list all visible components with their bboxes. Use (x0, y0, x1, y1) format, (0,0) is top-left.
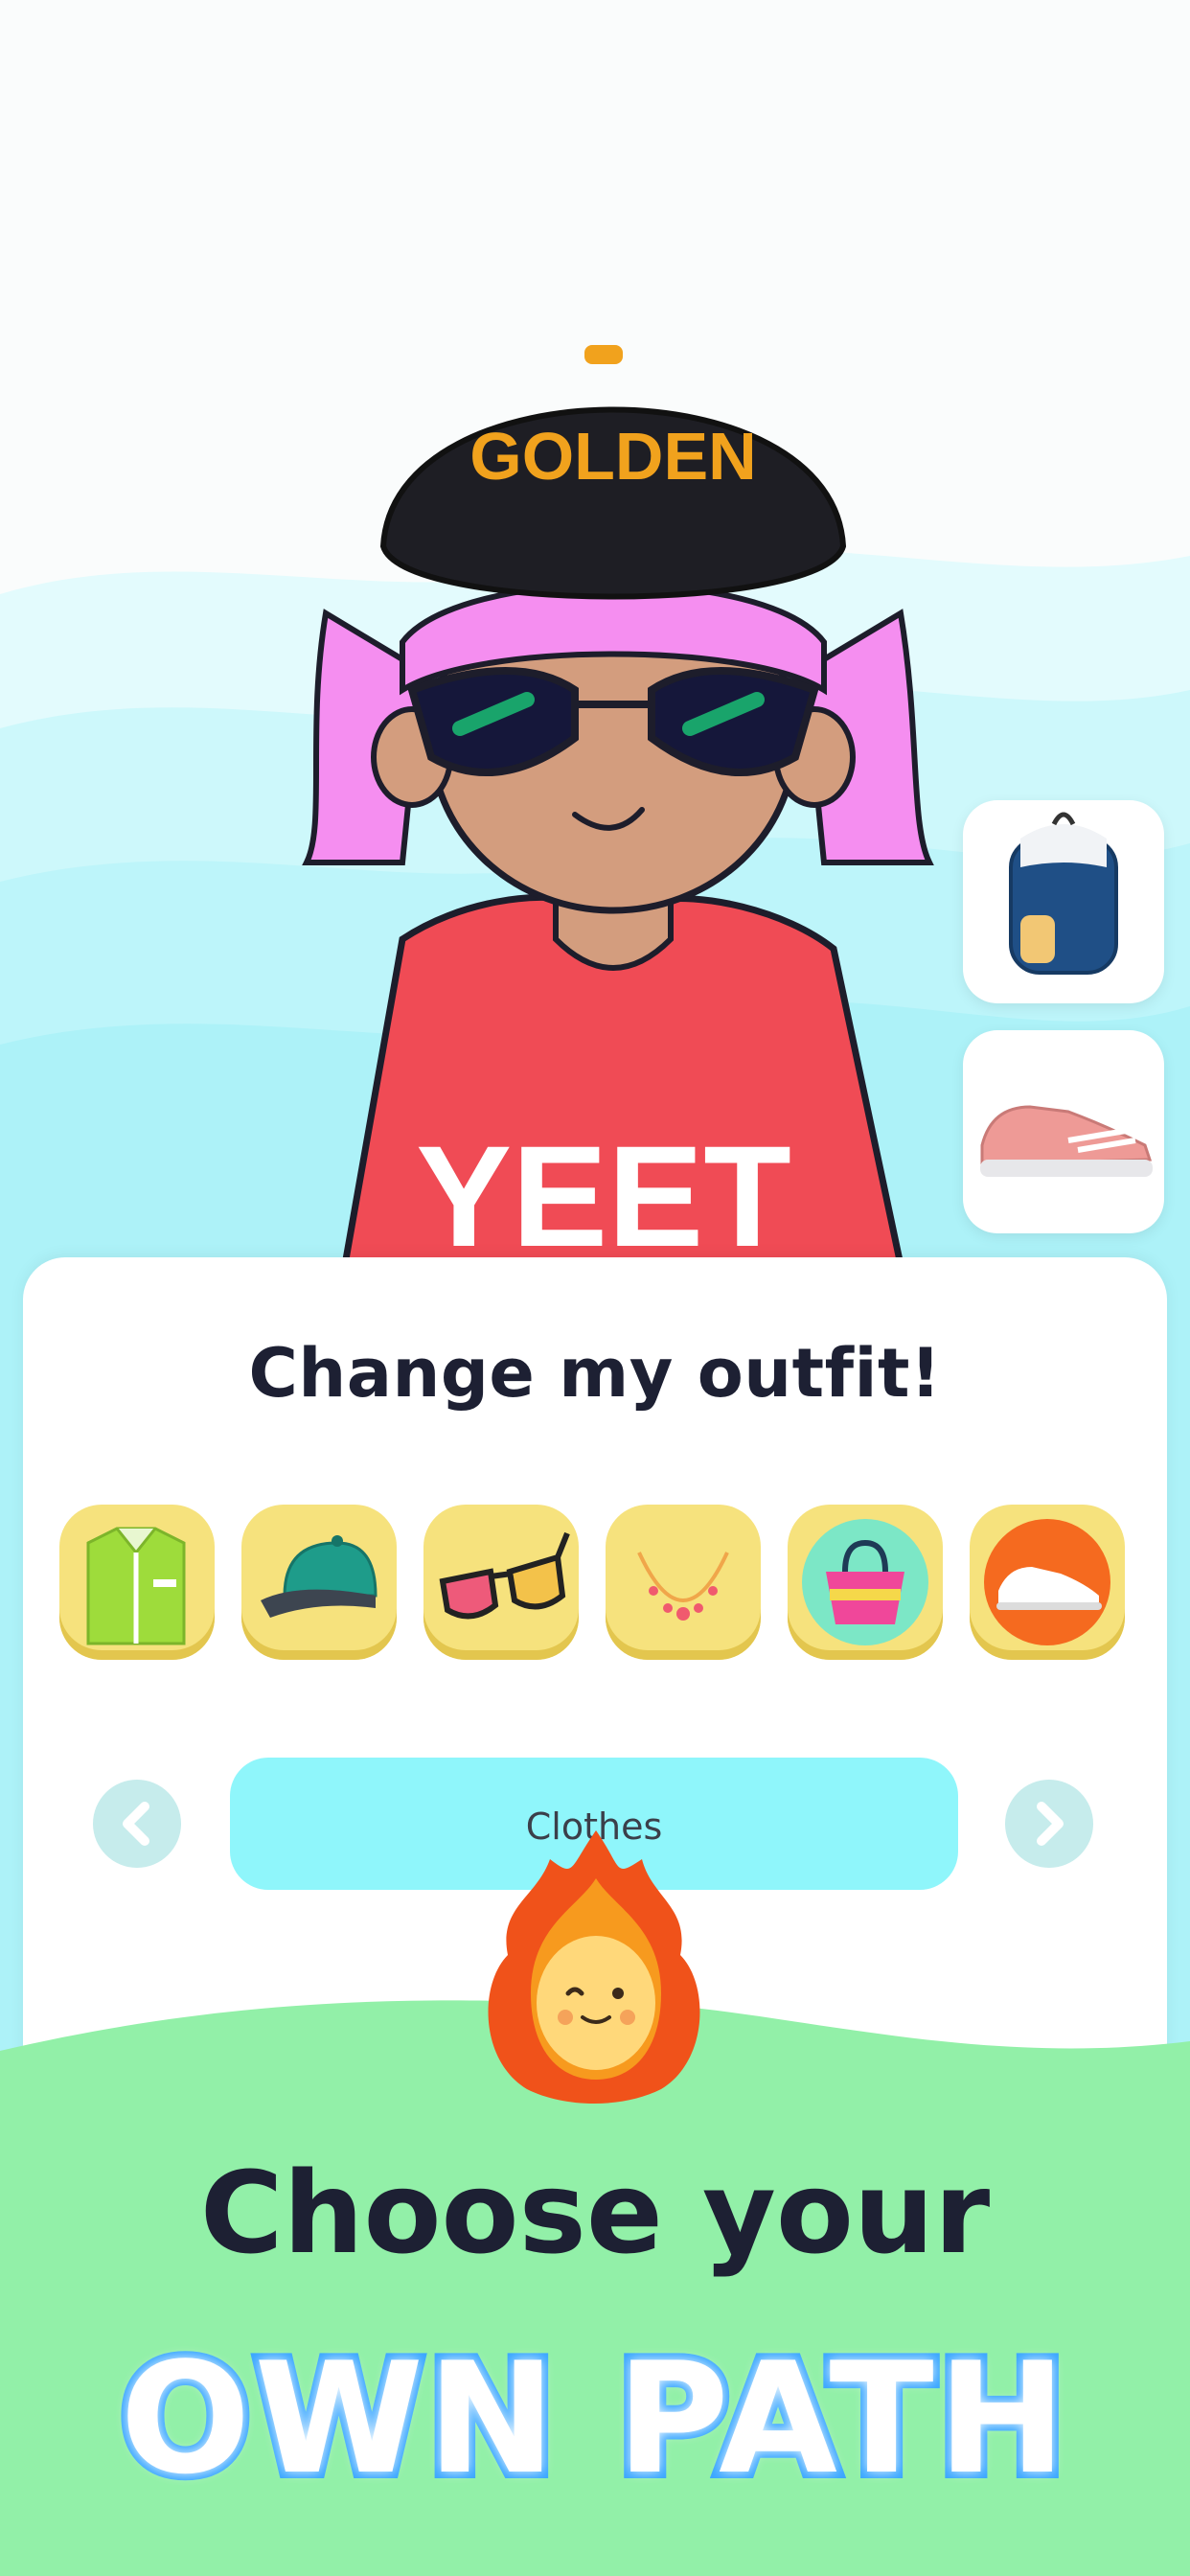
outfit-panel-title: Change my outfit! (248, 1334, 942, 1413)
category-sunglasses-button[interactable] (423, 1505, 579, 1660)
category-shoe-button[interactable] (970, 1505, 1125, 1660)
headline-line-1: Choose your (199, 2147, 991, 2279)
sneaker-icon (980, 1105, 1153, 1177)
bag-icon (802, 1519, 928, 1645)
category-shirt-button[interactable] (59, 1505, 215, 1660)
backpack-icon (1009, 812, 1118, 975)
shirt-icon (67, 1512, 207, 1646)
sneaker-item-card[interactable] (963, 1030, 1164, 1233)
cap-icon (261, 1535, 378, 1618)
shoe-icon (984, 1519, 1110, 1645)
fire-mascot (488, 1830, 700, 2104)
backpack-item-card[interactable] (963, 800, 1164, 1003)
avatar-character: GOLDEN YEET (302, 345, 934, 1265)
category-bag-button[interactable] (788, 1505, 943, 1660)
headline-line-2: OWN PATH (113, 2322, 1072, 2515)
sunglasses-icon (439, 1531, 570, 1620)
hoodie-text: YEET (416, 1116, 791, 1265)
chevron-right-icon (1037, 1802, 1064, 1846)
category-cap-button[interactable] (241, 1505, 397, 1660)
cap-text: GOLDEN (469, 419, 756, 494)
necklace-icon (637, 1552, 729, 1621)
previous-category-button[interactable] (93, 1780, 181, 1868)
chevron-left-icon (123, 1802, 149, 1846)
next-category-button[interactable] (1005, 1780, 1093, 1868)
category-necklace-button[interactable] (606, 1505, 761, 1660)
